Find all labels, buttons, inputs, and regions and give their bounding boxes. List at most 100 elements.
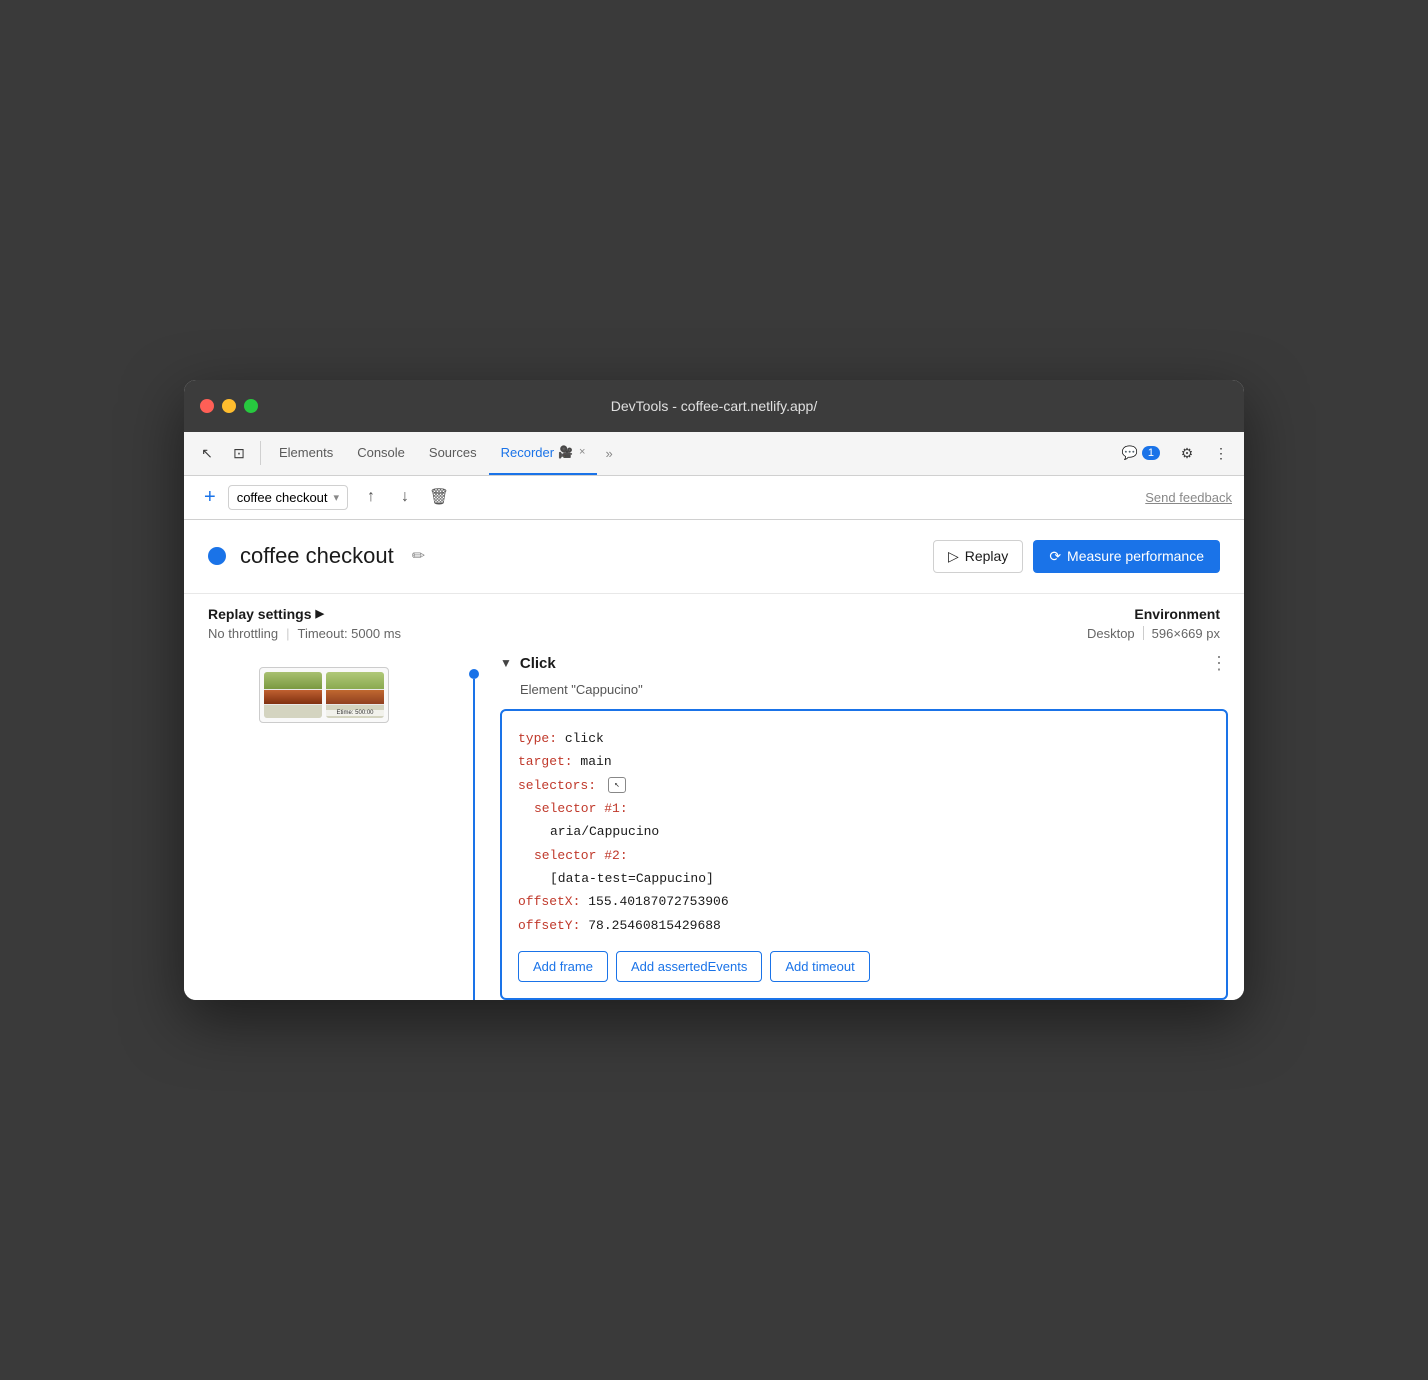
recording-status-dot xyxy=(208,547,226,565)
thumbnail-2[interactable]: Etime: 500:00 xyxy=(326,672,384,718)
title-bar: DevTools - coffee-cart.netlify.app/ xyxy=(184,380,1244,432)
window-title: DevTools - coffee-cart.netlify.app/ xyxy=(611,398,817,414)
more-menu-icon: ⋮ xyxy=(1214,445,1228,462)
selector-toggle-icon[interactable]: ↖ xyxy=(608,777,626,793)
type-key: type: xyxy=(518,731,557,746)
selector2-val: [data-test=Cappucino] xyxy=(550,871,714,886)
tab-recorder[interactable]: Recorder 🎥 × xyxy=(489,431,598,475)
env-separator xyxy=(1143,626,1144,640)
code-line-type: type: click xyxy=(518,727,1210,750)
env-size: 596×669 px xyxy=(1152,626,1220,641)
measure-label: Measure performance xyxy=(1067,548,1204,564)
delete-icon: 🗑 xyxy=(429,487,449,507)
send-feedback-link[interactable]: Send feedback xyxy=(1145,490,1232,505)
settings-separator: | xyxy=(286,626,289,641)
code-line-target: target: main xyxy=(518,750,1210,773)
feedback-count: 1 xyxy=(1142,446,1160,460)
tab-console[interactable]: Console xyxy=(345,431,417,475)
add-recording-button[interactable]: + xyxy=(196,482,224,513)
thumbnail-label: Etime: 500:00 xyxy=(326,710,384,716)
tab-elements[interactable]: Elements xyxy=(267,431,345,475)
recording-header: coffee checkout ✏ ▷ Replay ⟳ Measure per… xyxy=(184,520,1244,594)
main-content: coffee checkout ✏ ▷ Replay ⟳ Measure per… xyxy=(184,520,1244,1001)
toolbar-right: 💬 1 ⚙ ⋮ xyxy=(1114,438,1236,468)
export-icon: ↑ xyxy=(367,488,375,506)
add-timeout-button[interactable]: Add timeout xyxy=(770,951,869,982)
thumbnail-1[interactable] xyxy=(264,672,322,718)
step-dot xyxy=(469,669,479,679)
minimize-button[interactable] xyxy=(222,399,236,413)
chat-icon: 💬 xyxy=(1122,445,1138,461)
throttling-value: No throttling xyxy=(208,626,278,641)
step-element: Element "Cappucino" xyxy=(500,682,1228,697)
close-button[interactable] xyxy=(200,399,214,413)
tab-sources[interactable]: Sources xyxy=(417,431,489,475)
step-menu-icon[interactable]: ⋮ xyxy=(1210,653,1228,674)
env-values: Desktop 596×669 px xyxy=(1087,626,1220,641)
timeline: Etime: 500:00 xyxy=(184,653,464,1001)
tab-recorder-close[interactable]: × xyxy=(579,446,585,458)
delete-button[interactable]: 🗑 xyxy=(424,482,454,512)
cursor-icon-btn[interactable]: ↖ xyxy=(192,438,222,468)
env-device: Desktop xyxy=(1087,626,1135,641)
step-type: Click xyxy=(520,655,556,672)
measure-icon: ⟳ xyxy=(1049,548,1061,565)
add-asserted-events-button[interactable]: Add assertedEvents xyxy=(616,951,762,982)
selector1-val: aria/Cappucino xyxy=(550,824,659,839)
code-line-selectors: selectors: ↖ xyxy=(518,774,1210,797)
selector1-key: selector #1: xyxy=(534,801,628,816)
settings-button[interactable]: ⚙ xyxy=(1172,438,1202,468)
settings-values: No throttling | Timeout: 5000 ms xyxy=(208,626,401,641)
offsety-key: offsetY: xyxy=(518,918,580,933)
import-button[interactable]: ↓ xyxy=(390,482,420,512)
header-actions: ▷ Replay ⟳ Measure performance xyxy=(933,540,1220,573)
traffic-lights xyxy=(200,399,258,413)
replay-settings-title[interactable]: Replay settings ▶ xyxy=(208,606,401,622)
offsetx-key: offsetX: xyxy=(518,894,580,909)
device-toggle-btn[interactable]: ⊡ xyxy=(224,438,254,468)
action-buttons: Add frame Add assertedEvents Add timeout xyxy=(518,951,1210,982)
selector2-key: selector #2: xyxy=(534,848,628,863)
target-key: target: xyxy=(518,754,573,769)
toolbar-divider-1 xyxy=(260,441,261,465)
code-block: type: click target: main selectors: ↖ se… xyxy=(500,709,1228,1001)
settings-row: Replay settings ▶ No throttling | Timeou… xyxy=(184,594,1244,641)
nav-tabs: Elements Console Sources Recorder 🎥 × » xyxy=(267,431,1112,475)
replay-play-icon: ▷ xyxy=(948,548,959,565)
cursor-icon: ↖ xyxy=(201,445,213,462)
code-line-selector2-key: selector #2: xyxy=(518,844,1210,867)
feedback-button[interactable]: 💬 1 xyxy=(1114,441,1168,465)
selectors-key: selectors: xyxy=(518,778,596,793)
chevron-down-icon: ▾ xyxy=(334,491,340,504)
thumbnail-group: Etime: 500:00 xyxy=(259,667,389,723)
timeline-thumbnail: Etime: 500:00 xyxy=(184,661,464,729)
tab-more[interactable]: » xyxy=(597,446,620,461)
edit-icon[interactable]: ✏ xyxy=(412,546,425,566)
code-line-selector2-val: [data-test=Cappucino] xyxy=(518,867,1210,890)
export-button[interactable]: ↑ xyxy=(356,482,386,512)
measure-performance-button[interactable]: ⟳ Measure performance xyxy=(1033,540,1220,573)
replay-button[interactable]: ▷ Replay xyxy=(933,540,1023,573)
more-menu-button[interactable]: ⋮ xyxy=(1206,438,1236,468)
recorder-actions: ↑ ↓ 🗑 xyxy=(356,482,454,512)
code-line-offsetx: offsetX: 155.40187072753906 xyxy=(518,890,1210,913)
add-frame-button[interactable]: Add frame xyxy=(518,951,608,982)
devtools-window: DevTools - coffee-cart.netlify.app/ ↖ ⊡ … xyxy=(184,380,1244,1001)
code-line-selector1-val: aria/Cappucino xyxy=(518,820,1210,843)
recording-name: coffee checkout xyxy=(237,490,328,505)
import-icon: ↓ xyxy=(401,488,409,506)
timeout-value: Timeout: 5000 ms xyxy=(297,626,401,641)
replay-label: Replay xyxy=(965,548,1009,564)
step-header: ▼ Click ⋮ xyxy=(500,653,1228,674)
expand-icon[interactable]: ▼ xyxy=(500,656,512,670)
replay-settings: Replay settings ▶ No throttling | Timeou… xyxy=(208,606,401,641)
settings-icon: ⚙ xyxy=(1181,445,1194,462)
device-icon: ⊡ xyxy=(233,445,245,462)
steps-container: Etime: 500:00 ▼ Click ⋮ Element "Cappuci… xyxy=(184,641,1244,1001)
recording-title: coffee checkout xyxy=(240,543,394,569)
recording-select[interactable]: coffee checkout ▾ xyxy=(228,485,348,510)
step-line xyxy=(473,679,475,1001)
maximize-button[interactable] xyxy=(244,399,258,413)
step-detail: ▼ Click ⋮ Element "Cappucino" type: clic… xyxy=(484,653,1244,1001)
recorder-toolbar: + coffee checkout ▾ ↑ ↓ 🗑 Send feedback xyxy=(184,476,1244,520)
